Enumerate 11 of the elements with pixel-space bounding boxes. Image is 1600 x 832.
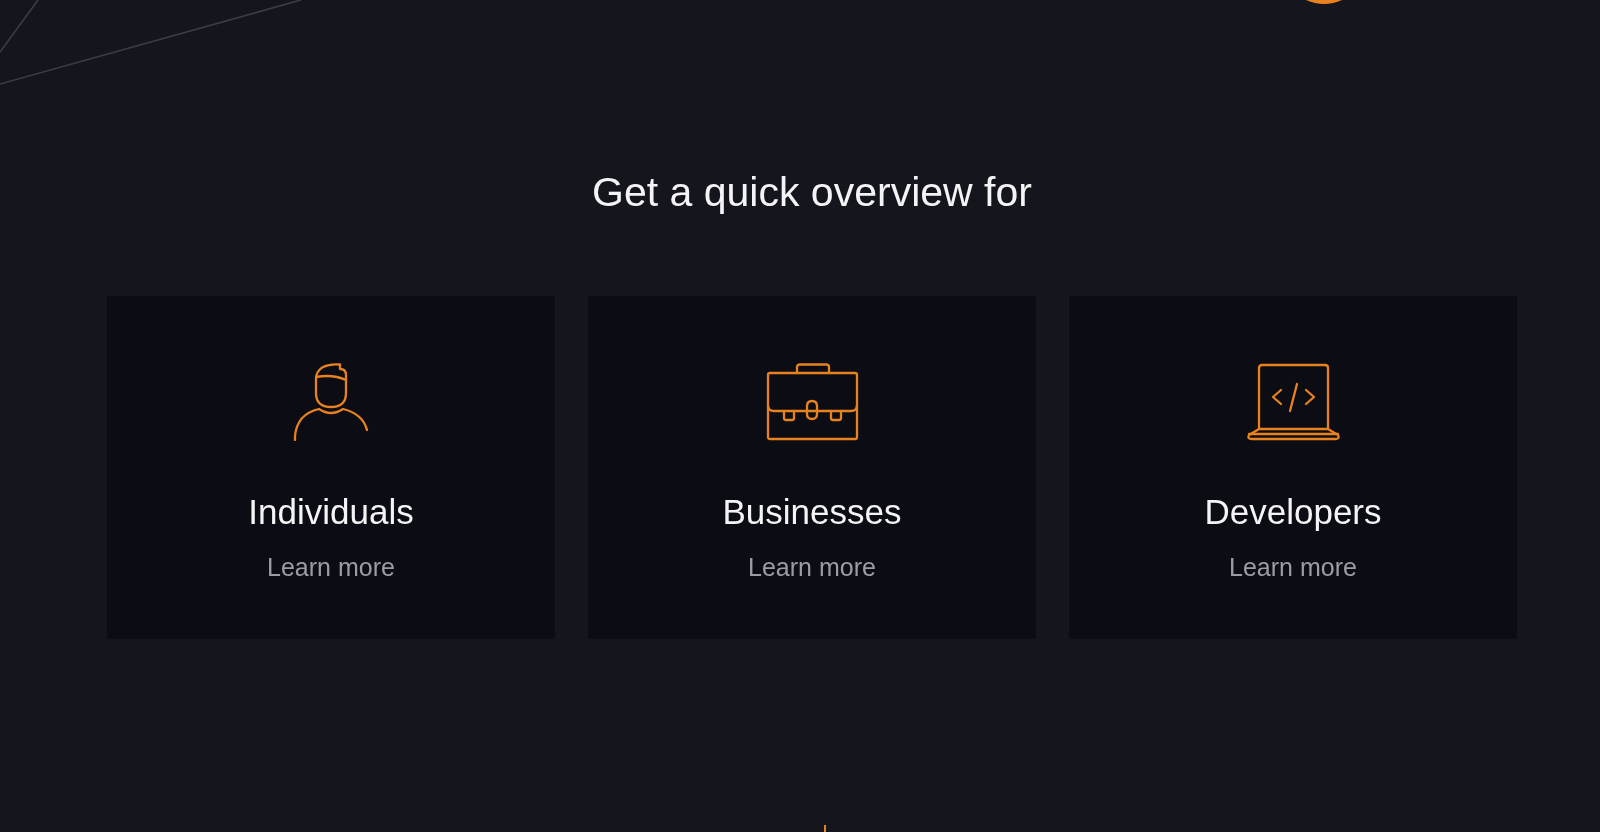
section-heading: Get a quick overview for: [592, 168, 1032, 217]
learn-more-link[interactable]: Learn more: [748, 551, 876, 583]
line-mark-icon: [824, 825, 826, 832]
card-title: Developers: [1204, 491, 1382, 533]
laptop-icon: [1245, 363, 1341, 441]
person-icon: [293, 363, 369, 441]
learn-more-link[interactable]: Learn more: [267, 551, 395, 583]
card-title: Individuals: [248, 491, 414, 533]
learn-more-link[interactable]: Learn more: [1229, 551, 1357, 583]
card-title: Businesses: [722, 491, 902, 533]
briefcase-icon: [765, 363, 859, 441]
